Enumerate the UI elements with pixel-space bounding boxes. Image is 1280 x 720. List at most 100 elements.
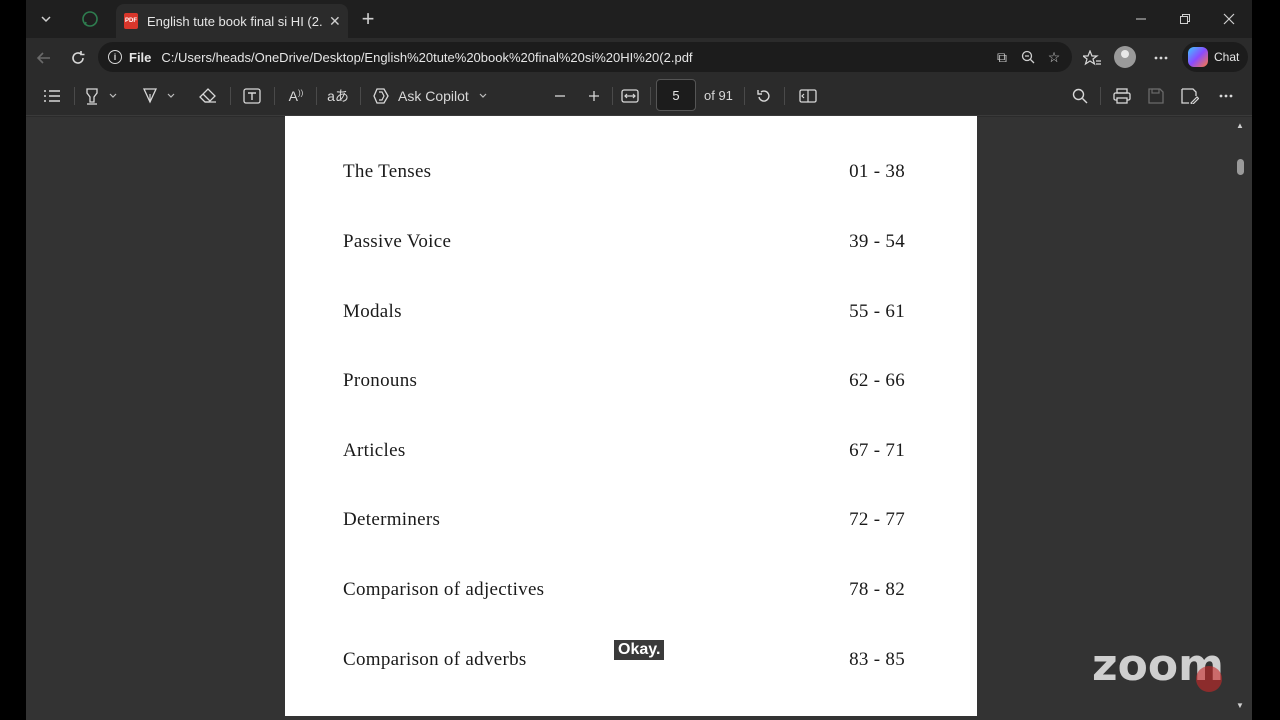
more-options-button[interactable] [1147,44,1175,72]
add-text-button[interactable] [240,84,264,108]
tab-strip: PDF English tute book final si HI (2.pdf… [26,0,1252,38]
page-view-icon [799,89,817,103]
pdf-toolbar: A)) aあ Ask Copilot of 91 [26,76,1252,116]
draw-options[interactable] [164,84,178,108]
toc-row: Determiners 72 - 77 [343,509,905,533]
whatsapp-tab[interactable] [74,6,106,32]
scroll-thumb[interactable] [1237,159,1244,175]
rotate-button[interactable] [752,84,776,108]
toc-pages: 01 - 38 [849,161,905,182]
toolbar-divider [74,87,75,105]
ask-copilot-button[interactable]: Ask Copilot [372,84,490,108]
restore-button[interactable] [1172,8,1198,30]
read-aloud-button[interactable]: A)) [284,84,308,108]
toc-title: Articles [343,440,406,461]
scheme-label: File [129,49,152,65]
draw-button[interactable] [138,84,162,108]
address-bar-row: i File C:/Users/heads/OneDrive/Desktop/E… [26,38,1252,76]
toolbar-divider [230,87,231,105]
new-tab-button[interactable]: + [352,6,384,32]
tab-close-button[interactable]: ✕ [329,13,341,30]
save-button[interactable] [1144,84,1168,108]
contents-button[interactable] [40,84,64,108]
restore-icon [1180,14,1190,24]
read-aloud-icon[interactable]: ⧉ [992,47,1012,67]
page-total: of 91 [704,88,733,103]
page-number-input[interactable] [656,79,696,111]
pdf-more-options-button[interactable] [1214,84,1238,108]
toolbar-divider [274,87,275,105]
pdf-page: The Tenses 01 - 38 Passive Voice 39 - 54… [285,116,977,716]
print-button[interactable] [1110,84,1134,108]
toc-pages: 39 - 54 [849,231,905,252]
browser-window: PDF English tute book final si HI (2.pdf… [26,0,1252,720]
favorites-button[interactable] [1078,44,1106,72]
zoom-icon[interactable] [1018,47,1038,67]
chevron-down-icon [479,93,487,98]
copilot-chat-button[interactable]: Chat [1182,42,1248,72]
tab-pdf-document[interactable]: PDF English tute book final si HI (2.pdf… [116,4,348,38]
page-view-button[interactable] [796,84,820,108]
toc-row: The Tenses 01 - 38 [343,161,905,185]
copilot-outline-icon [373,88,389,104]
printer-icon [1113,88,1131,104]
chevron-down-icon [109,93,117,98]
toc-title: The Tenses [343,161,432,182]
rotate-icon [757,90,770,102]
save-icon [1148,88,1164,104]
zoom-out-button[interactable] [548,84,572,108]
refresh-button[interactable] [64,44,92,72]
toolbar-divider [1100,87,1101,105]
toolbar-divider [650,87,651,105]
save-as-icon [1181,88,1199,104]
translate-icon: aあ [327,88,349,104]
toc-row: Pronouns 62 - 66 [343,370,905,394]
find-button[interactable] [1068,84,1092,108]
ask-copilot-label: Ask Copilot [398,88,469,104]
highlight-options[interactable] [106,84,120,108]
scroll-down-arrow-icon[interactable]: ▼ [1236,701,1244,710]
profile-avatar[interactable] [1114,46,1136,68]
translate-button[interactable]: aあ [326,84,350,108]
minimize-button[interactable] [1128,8,1154,30]
toc-pages: 67 - 71 [849,440,905,461]
whatsapp-icon [82,11,98,27]
back-button[interactable] [30,44,58,72]
toc-pages: 55 - 61 [849,301,905,322]
vertical-scrollbar[interactable]: ▲ ▼ [1233,117,1249,720]
refresh-icon [72,51,85,64]
close-icon [1223,13,1235,25]
copilot-icon [1188,47,1208,67]
pdf-viewer-area[interactable]: The Tenses 01 - 38 Passive Voice 39 - 54… [26,116,1252,720]
plus-icon [589,91,599,101]
erase-button[interactable] [196,84,220,108]
live-caption: Okay. [614,640,665,660]
minus-icon [555,95,565,97]
fit-to-width-button[interactable] [618,84,642,108]
eraser-icon [199,88,216,103]
window-close-button[interactable] [1216,8,1242,30]
toc-title: Determiners [343,509,441,530]
toc-title: Comparison of adjectives [343,579,545,600]
toc-title: Modals [343,301,402,322]
toc-row: Articles 67 - 71 [343,440,905,464]
favorite-star-icon[interactable]: ☆ [1044,47,1064,67]
highlight-button[interactable] [80,84,104,108]
tab-actions-menu[interactable] [30,6,62,32]
minimize-icon [1136,18,1146,20]
toc-row: Modals 55 - 61 [343,301,905,325]
read-aloud-icon: A)) [288,88,304,104]
toc-title: Passive Voice [343,231,452,252]
save-as-button[interactable] [1178,84,1202,108]
address-bar[interactable]: i File C:/Users/heads/OneDrive/Desktop/E… [98,42,1072,72]
scroll-up-arrow-icon[interactable]: ▲ [1236,121,1244,130]
pdf-icon: PDF [124,13,138,29]
info-icon[interactable]: i [108,50,122,64]
chevron-down-icon [41,16,51,23]
toolbar-divider [744,87,745,105]
ellipsis-icon [1154,56,1168,60]
zoom-in-button[interactable] [582,84,606,108]
toc-title: Comparison of adverbs [343,649,527,670]
url-text[interactable]: C:/Users/heads/OneDrive/Desktop/English%… [161,50,692,65]
back-arrow-icon [36,52,50,64]
